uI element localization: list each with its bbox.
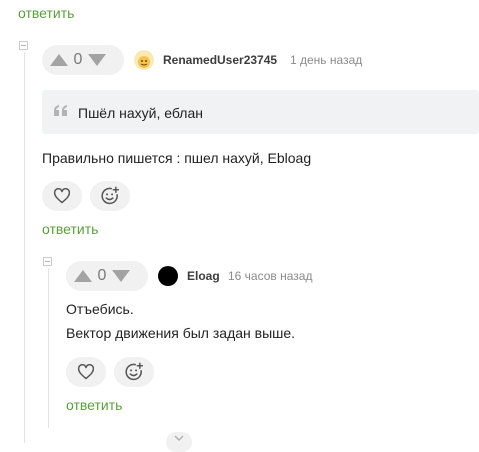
- downvote-button[interactable]: [86, 45, 108, 75]
- reply-link-top[interactable]: ответить: [18, 5, 74, 21]
- user-avatar-icon: [134, 50, 154, 70]
- comment-body: Правильно пишется : пшел нахуй, Ebloag: [42, 150, 312, 166]
- arrow-down-icon: [88, 54, 106, 66]
- vote-control-comment1: 0: [42, 45, 124, 75]
- comment-body-line2: Вектор движения был задан выше.: [66, 325, 296, 341]
- avatar[interactable]: [158, 266, 178, 286]
- comment-body-line1: Отъебись.: [66, 301, 134, 317]
- collapse-toggle-comment2[interactable]: [43, 257, 52, 266]
- expand-more-button[interactable]: [166, 432, 192, 452]
- heart-icon: [53, 188, 71, 204]
- vote-control-comment2: 0: [66, 261, 148, 291]
- upvote-button[interactable]: [48, 45, 70, 75]
- username[interactable]: Eloag: [187, 269, 220, 283]
- arrow-up-icon: [50, 54, 68, 66]
- heart-icon: [77, 364, 95, 380]
- like-button[interactable]: [66, 357, 106, 387]
- emoji-add-icon: [101, 186, 120, 205]
- reply-link[interactable]: ответить: [42, 221, 98, 237]
- timestamp[interactable]: 16 часов назад: [228, 269, 312, 283]
- emoji-add-icon: [125, 362, 144, 381]
- add-reaction-button[interactable]: [114, 357, 154, 387]
- timestamp[interactable]: 1 день назад: [290, 53, 362, 67]
- quote-text: Пшёл нахуй, еблан: [78, 105, 203, 121]
- collapse-toggle-comment1[interactable]: [19, 41, 28, 50]
- thread-line-level1[interactable]: [24, 52, 25, 443]
- avatar[interactable]: [134, 50, 154, 70]
- add-reaction-button[interactable]: [90, 181, 130, 211]
- upvote-button[interactable]: [72, 261, 94, 291]
- vote-score: 0: [73, 51, 83, 68]
- vote-score: 0: [97, 267, 107, 284]
- quote-icon: [54, 105, 67, 116]
- chevron-down-icon: [174, 435, 184, 441]
- username[interactable]: RenamedUser23745: [163, 53, 277, 67]
- reply-link[interactable]: ответить: [66, 397, 122, 413]
- like-button[interactable]: [42, 181, 82, 211]
- arrow-down-icon: [112, 270, 130, 282]
- quote-block: Пшёл нахуй, еблан: [42, 90, 479, 134]
- arrow-up-icon: [74, 270, 92, 282]
- thread-line-level2[interactable]: [48, 268, 49, 428]
- downvote-button[interactable]: [110, 261, 132, 291]
